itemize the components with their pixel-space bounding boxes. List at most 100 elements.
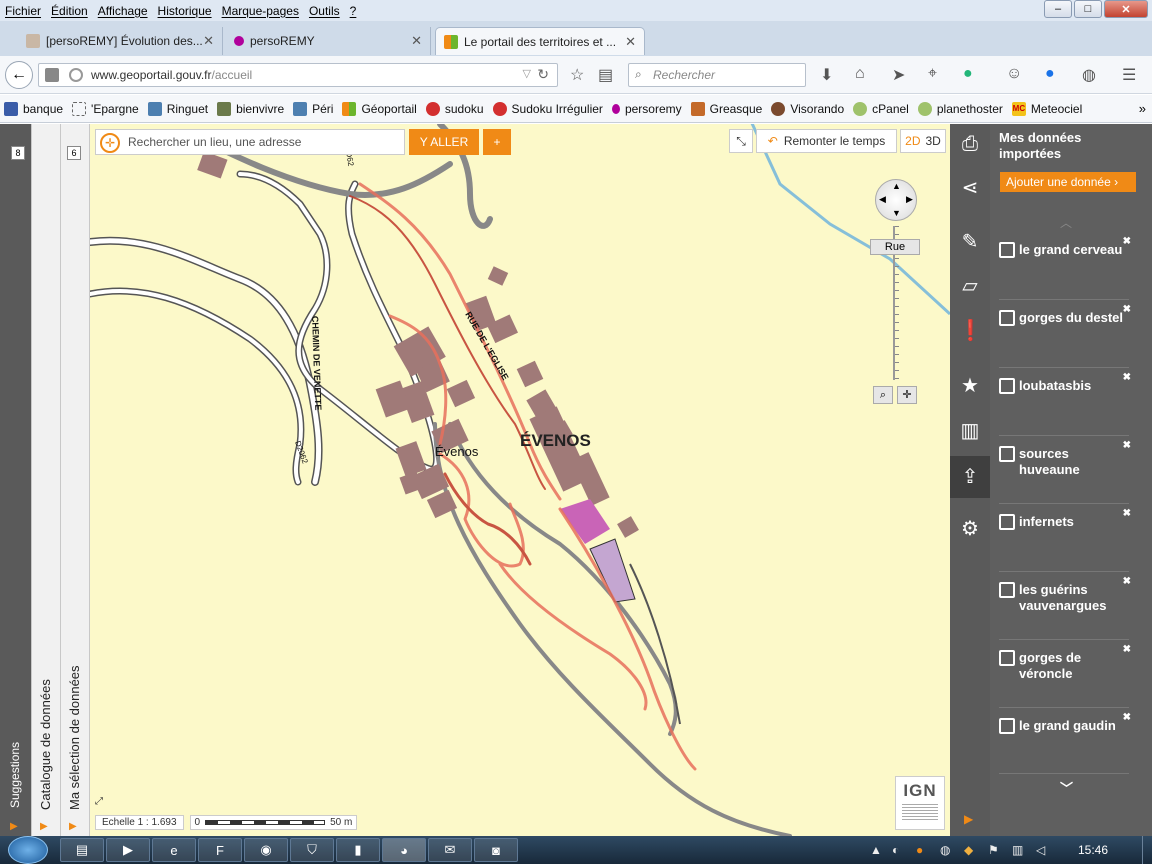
tab-geoportail[interactable]: Le portail des territoires et ... ✕ [435,27,645,55]
list-item[interactable]: gorges de véroncle ✖ [999,644,1131,708]
pan-down-icon[interactable]: ▼ [892,208,901,218]
go-button[interactable]: Y ALLER [409,129,479,155]
clock[interactable]: 15:46 [1078,843,1108,857]
tray-app-icon[interactable]: ◍ [940,843,950,857]
bookmark-visorando[interactable]: Visorando [771,101,844,116]
tray-app-icon[interactable]: ◐ [892,843,899,857]
suggestions-panel[interactable]: Suggestions ▶ [0,124,32,836]
bookmark-sudoku-irregulier[interactable]: Sudoku Irrégulier [492,101,603,116]
bookmark-meteociel[interactable]: MC Meteociel [1011,101,1082,116]
pencil-icon[interactable]: ✎ [958,230,982,254]
star-icon[interactable]: ★ [958,374,982,398]
firefox-app-icon[interactable]: ◕ [382,838,426,862]
tab-close-icon[interactable]: ✕ [203,33,214,49]
start-button[interactable] [8,836,48,864]
add-data-button[interactable]: Ajouter une donnée › [1000,172,1136,192]
remove-icon[interactable]: ✖ [1123,644,1131,655]
menu-marque-pages[interactable]: Marque-pages [217,4,304,18]
extension-icon[interactable]: ● [1045,65,1055,83]
center-button[interactable]: ✛ [897,386,917,404]
expand-arrow-icon[interactable]: ▶ [69,821,77,832]
view-2d-label[interactable]: 2D [905,134,920,148]
maximize-button[interactable]: □ [1074,0,1102,18]
tray-app-icon[interactable]: ◆ [964,843,973,857]
tab-close-icon[interactable]: ✕ [411,33,422,49]
place-search-input[interactable]: ✛ Rechercher un lieu, une adresse [95,129,405,155]
list-item[interactable]: les guérins vauvenargues ✖ [999,576,1131,640]
close-window-button[interactable]: ✕ [1104,0,1148,18]
list-item[interactable]: sources huveaune ✖ [999,440,1131,504]
menu-edition[interactable]: Édition [46,4,93,18]
list-item[interactable]: infernets ✖ [999,508,1131,572]
gear-icon[interactable]: ⚙ [958,517,982,541]
bookmark-peri[interactable]: Péri [293,101,333,116]
ign-logo[interactable]: IGN [895,776,945,830]
hamburger-menu-icon[interactable]: ☰ [1122,65,1136,85]
locate-icon[interactable]: ✛ [100,133,120,153]
tab-persoremy[interactable]: persoREMY ✕ [226,27,431,55]
reload-icon[interactable]: ↻ [537,66,549,83]
mail-app-icon[interactable]: ✉ [428,838,472,862]
tray-app-icon[interactable]: ● [916,843,923,857]
url-bar[interactable]: www.geoportail.gouv.fr/accueil ▽ ↻ [38,63,558,87]
expand-arrow-icon[interactable]: ▶ [10,821,18,832]
pan-control[interactable]: ▲ ▼ ◀ ▶ [875,179,917,221]
printer-icon[interactable]: ⎙ [958,132,982,156]
bookmark-ringuet[interactable]: Ringuet [147,101,208,116]
view-mode-toggle[interactable]: 2D 3D [900,129,946,153]
import-icon[interactable]: ⇪ [950,456,990,498]
map-icon[interactable]: ▥ [958,419,982,443]
zoom-level-label[interactable]: Rue [870,239,920,255]
bookmarks-overflow-icon[interactable]: » [1139,101,1146,116]
pan-up-icon[interactable]: ▲ [892,181,901,191]
list-item[interactable]: le grand gaudin ✖ [999,712,1131,774]
map-canvas[interactable]: Évenos ÉVENOS RUE DE L'EGLISE CHEMIN DE … [90,124,950,836]
bookmark-geoportail[interactable]: Géoportail [342,101,417,116]
expand-arrow-icon[interactable]: ▶ [964,812,973,826]
menu-aide[interactable]: ? [345,4,362,18]
alert-icon[interactable]: ❗ [958,319,983,343]
network-app-icon[interactable]: ◉ [244,838,288,862]
scroll-down-icon[interactable]: ﹀ [1060,778,1073,797]
remove-icon[interactable]: ✖ [1123,576,1131,587]
minimize-button[interactable]: – [1044,0,1072,18]
tray-app-icon[interactable]: ⚑ [988,843,999,857]
remove-icon[interactable]: ✖ [1123,440,1131,451]
pan-left-icon[interactable]: ◀ [879,194,886,205]
explorer-app-icon[interactable]: ▤ [60,838,104,862]
tab-persoremy-evolution[interactable]: [persoREMY] Évolution des... ✕ [18,27,223,55]
list-item[interactable]: loubatasbis ✖ [999,372,1131,436]
home-icon[interactable]: ⌂ [855,65,865,83]
list-item[interactable]: le grand cerveau ✖ [999,236,1131,300]
reading-list-icon[interactable]: ▤ [598,65,613,85]
bookmark-persoremy[interactable]: persoremy [611,102,682,116]
menu-outils[interactable]: Outils [304,4,345,18]
shield-app-icon[interactable]: ⛉ [290,838,334,862]
tray-arrow-icon[interactable]: ▲ [870,843,882,857]
volume-icon[interactable]: ◁ [1036,843,1045,857]
send-icon[interactable]: ➤ [892,65,905,85]
network-icon[interactable]: ▥ [1012,843,1023,857]
remove-icon[interactable]: ✖ [1123,712,1131,723]
ie-app-icon[interactable]: e [152,838,196,862]
show-desktop-button[interactable] [1142,836,1152,864]
chart-app-icon[interactable]: ▮ [336,838,380,862]
globe-grid-icon[interactable]: ◍ [1082,65,1096,85]
catalogue-panel[interactable]: 8 Catalogue de données ▶ [11,124,61,836]
expand-arrow-icon[interactable]: ▶ [40,821,48,832]
search-input[interactable]: ⌕ Rechercher [628,63,806,87]
menu-affichage[interactable]: Affichage [93,4,153,18]
share-icon[interactable]: ⋖ [958,176,982,200]
remove-icon[interactable]: ✖ [1123,508,1131,519]
remonter-temps-button[interactable]: ↶ Remonter le temps [756,129,897,153]
remove-icon[interactable]: ✖ [1123,304,1131,315]
scroll-up-icon[interactable]: ︿ [1060,214,1072,231]
fullscreen-button[interactable]: ⤡ [729,129,753,153]
view-3d-label[interactable]: 3D [926,134,941,148]
camera-app-icon[interactable]: ◙ [474,838,518,862]
bookmark-sudoku[interactable]: sudoku [425,101,484,116]
remove-icon[interactable]: ✖ [1123,372,1131,383]
bookmark-banque[interactable]: banque [4,101,63,116]
bookmark-epargne[interactable]: 'Epargne [72,101,139,116]
list-item[interactable]: gorges du destel ✖ [999,304,1131,368]
